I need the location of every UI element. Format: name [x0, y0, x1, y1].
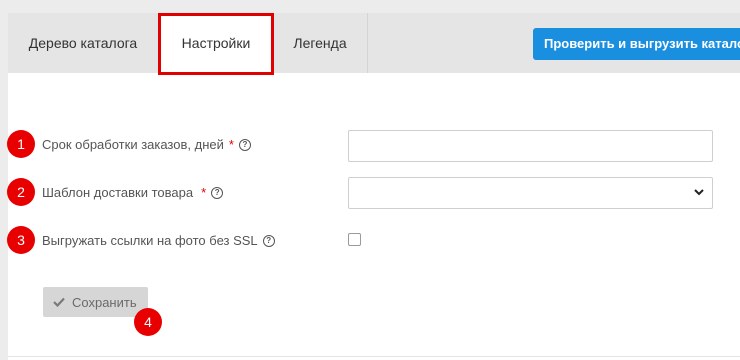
annotation-badge-1: 1 [7, 130, 35, 158]
delivery-template-label-text: Шаблон доставки товара [42, 185, 194, 200]
processing-time-label-text: Срок обработки заказов, дней [42, 137, 224, 152]
checkmark-icon [53, 297, 65, 307]
delivery-template-select[interactable] [348, 177, 713, 209]
panel-bottom-border [8, 356, 740, 357]
tab-settings[interactable]: Настройки [160, 13, 272, 73]
tab-divider [367, 13, 368, 73]
help-icon[interactable]: ? [262, 234, 275, 247]
processing-time-input[interactable] [348, 130, 713, 162]
tab-legend[interactable]: Легенда [272, 13, 368, 73]
delivery-template-label: Шаблон доставки товара * ? [42, 185, 224, 200]
ssl-links-label: Выгружать ссылки на фото без SSL ? [42, 233, 275, 248]
help-icon[interactable]: ? [211, 186, 224, 199]
required-marker: * [201, 185, 207, 200]
save-button-label: Сохранить [72, 294, 137, 310]
help-icon[interactable]: ? [238, 138, 251, 151]
ssl-links-checkbox[interactable] [348, 233, 361, 246]
required-marker: * [228, 137, 234, 152]
chevron-down-icon [694, 189, 704, 196]
annotation-badge-4: 4 [134, 308, 162, 336]
annotation-badge-3: 3 [7, 226, 35, 254]
ssl-links-label-text: Выгружать ссылки на фото без SSL [42, 233, 258, 248]
annotation-badge-2: 2 [7, 178, 35, 206]
tab-catalog-tree[interactable]: Дерево каталога [8, 13, 158, 73]
validate-export-catalog-button[interactable]: Проверить и выгрузить каталог [533, 28, 740, 60]
processing-time-label: Срок обработки заказов, дней * ? [42, 137, 251, 152]
save-button[interactable]: Сохранить [43, 287, 148, 317]
